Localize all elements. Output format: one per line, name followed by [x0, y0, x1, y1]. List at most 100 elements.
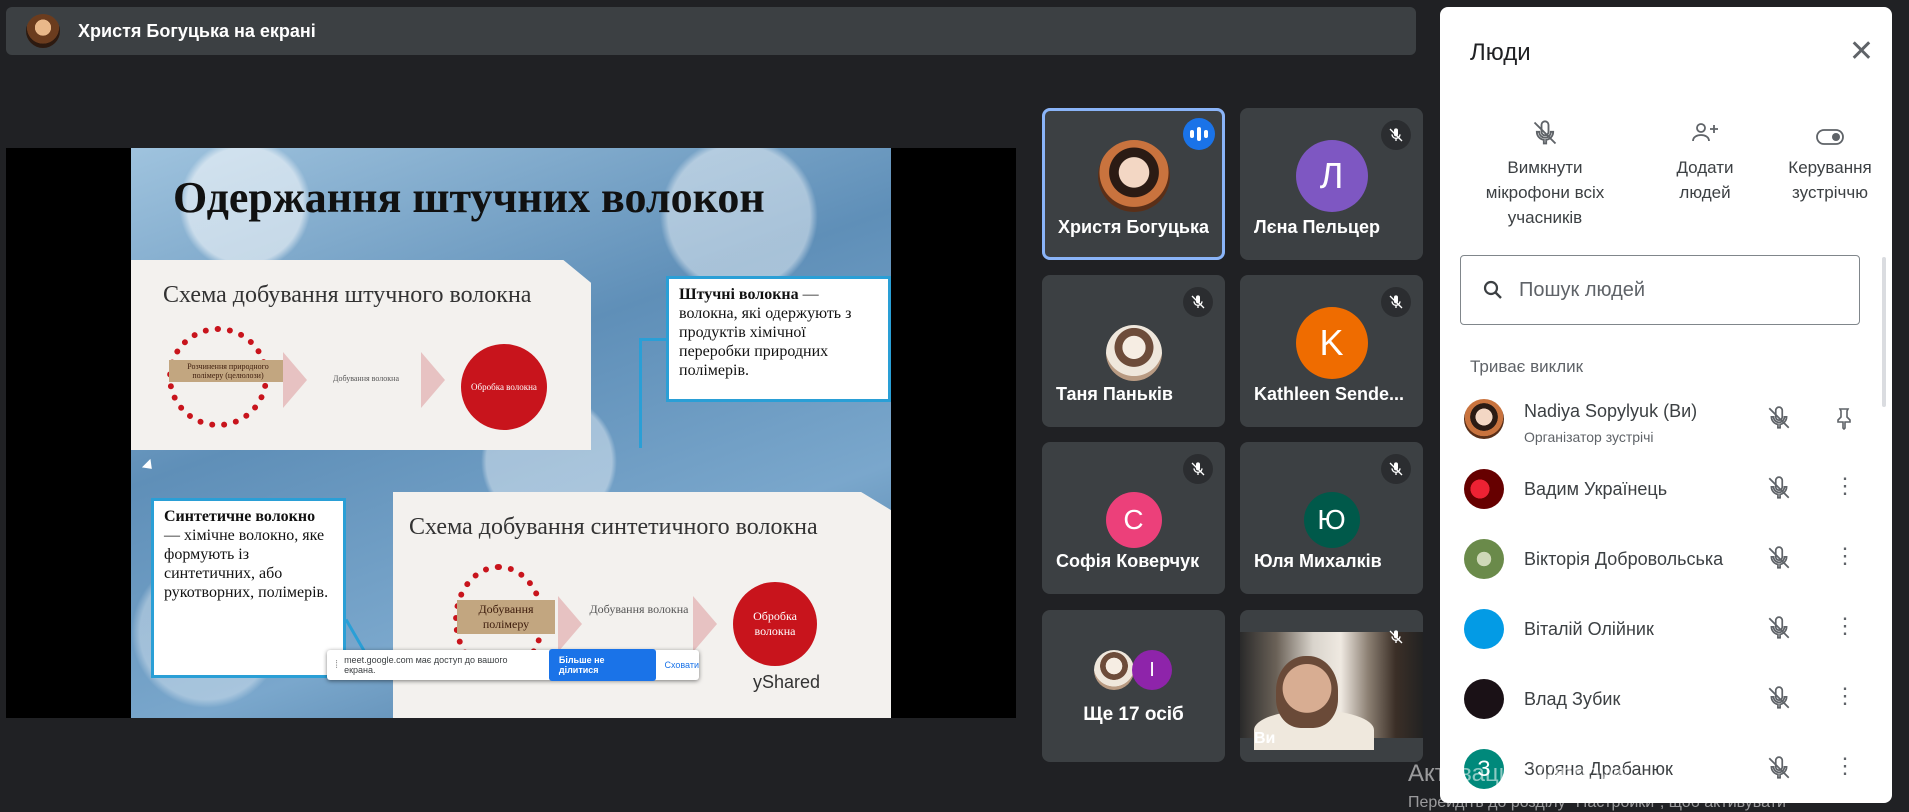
- more-options-icon[interactable]: ⋮: [1834, 685, 1856, 707]
- avatar: [1464, 469, 1504, 509]
- participant-row[interactable]: Віталій Олійник ⋮: [1464, 599, 1864, 659]
- participant-name: Христя Богуцька: [1058, 217, 1209, 237]
- add-people-button[interactable]: Додати людей: [1650, 107, 1760, 205]
- participant-name: Вікторія Добровольська: [1524, 549, 1724, 569]
- participant-tile[interactable]: Таня Паньків: [1042, 275, 1225, 427]
- participant-name: Вадим Українець: [1524, 479, 1668, 499]
- mic-off-icon[interactable]: [1766, 615, 1792, 646]
- definition-text: — хімічне волокно, яке формують із синте…: [164, 527, 329, 601]
- mic-off-icon: [1183, 454, 1213, 484]
- search-placeholder: Пошук людей: [1519, 278, 1646, 301]
- avatar: [1464, 679, 1504, 719]
- participant-row[interactable]: Влад Зубик ⋮: [1464, 669, 1864, 729]
- presenter-avatar: [26, 14, 60, 48]
- participant-role: Організатор зустрічі: [1524, 429, 1654, 445]
- hide-button[interactable]: Сховати: [664, 660, 699, 670]
- avatar: С: [1105, 492, 1162, 548]
- more-options-icon[interactable]: ⋮: [1834, 545, 1856, 567]
- step-circle: Обробка волокна: [733, 582, 817, 666]
- more-options-icon[interactable]: ⋮: [1834, 475, 1856, 497]
- definition-term: Синтетичне волокно: [164, 508, 316, 525]
- slide-title: Одержання штучних волокон: [173, 173, 765, 222]
- presenting-title: Христя Богуцька на екрані: [78, 20, 316, 41]
- participant-name: Віталій Олійник: [1524, 619, 1654, 639]
- slide-watermark: yShared: [753, 672, 821, 692]
- mic-off-icon: [1381, 287, 1411, 317]
- windows-activation-watermark: Активация Windows Перейдіть до розділу "…: [1408, 760, 1786, 812]
- mic-off-icon[interactable]: [1766, 685, 1792, 716]
- participant-tile[interactable]: K Kathleen Sende...: [1240, 275, 1423, 427]
- avatar: [1097, 140, 1170, 212]
- more-participants-tile[interactable]: I Ще 17 осіб: [1042, 610, 1225, 762]
- stop-sharing-button[interactable]: Більше не ділитися: [548, 649, 657, 681]
- avatar: [1094, 650, 1134, 690]
- arrow-icon: [421, 352, 445, 408]
- step-label: Добування полімеру: [457, 600, 555, 634]
- screen-share-bar: ⁞ meet.google.com має доступ до вашого е…: [327, 649, 699, 681]
- mic-off-icon[interactable]: [1766, 405, 1792, 436]
- share-message: meet.google.com має доступ до вашого екр…: [344, 655, 508, 675]
- participant-tile[interactable]: Христя Богуцька: [1042, 108, 1225, 260]
- avatar: K: [1295, 307, 1368, 379]
- participant-name: Nadiya Sopylyuk (Ви): [1524, 401, 1698, 421]
- participant-name: Влад Зубик: [1524, 689, 1621, 709]
- shared-screen: Одержання штучних волокон Схема добуванн…: [6, 148, 1016, 718]
- artificial-fiber-scheme: Схема добування штучного волокна Розчине…: [131, 260, 591, 450]
- participant-row[interactable]: Вікторія Добровольська ⋮: [1464, 529, 1864, 589]
- pin-icon[interactable]: [1832, 405, 1856, 436]
- synthetic-fiber-scheme: Схема добування синтетичного волокна Доб…: [393, 492, 891, 718]
- step-label: Добування волокна: [332, 374, 399, 383]
- presenting-bar: Христя Богуцька на екрані: [6, 7, 1416, 55]
- more-options-icon[interactable]: ⋮: [1834, 755, 1856, 777]
- mic-off-icon: [1381, 454, 1411, 484]
- speaking-indicator-icon: [1183, 118, 1215, 150]
- self-video-tile[interactable]: Ви: [1240, 610, 1423, 762]
- participant-tile[interactable]: Ю Юля Михалків: [1240, 442, 1423, 594]
- add-people-label: Додати людей: [1676, 158, 1734, 202]
- toggle-icon: [1770, 107, 1890, 147]
- more-options-icon[interactable]: ⋮: [1834, 615, 1856, 637]
- watermark-title: Активация Windows: [1408, 760, 1630, 787]
- mute-all-button[interactable]: Вимкнути мікрофони всіх учасників: [1470, 107, 1620, 230]
- panel-title: Люди: [1470, 39, 1531, 66]
- participant-name: Юля Михалків: [1254, 551, 1382, 571]
- participant-tile[interactable]: Л Лєна Пельцер: [1240, 108, 1423, 260]
- participant-name: Софія Коверчук: [1056, 551, 1200, 571]
- presentation-slide: Одержання штучних волокон Схема добуванн…: [131, 148, 891, 718]
- step-label: Добування волокна: [589, 602, 689, 616]
- scheme-title: Схема добування штучного волокна: [163, 282, 532, 308]
- participant-tile[interactable]: С Софія Коверчук: [1042, 442, 1225, 594]
- people-panel: Люди ✕ Вимкнути мікрофони всіх учасників…: [1440, 7, 1892, 803]
- mic-off-icon[interactable]: [1766, 475, 1792, 506]
- scrollbar[interactable]: [1882, 257, 1886, 407]
- drag-handle-icon[interactable]: ⁞: [335, 659, 338, 671]
- mic-off-icon[interactable]: [1766, 545, 1792, 576]
- artificial-fiber-definition: Штучні волокна — волокна, які одержують …: [666, 276, 891, 402]
- avatar: I: [1132, 650, 1172, 690]
- connector-line: [639, 338, 642, 448]
- scheme-title: Схема добування синтетичного волокна: [409, 514, 818, 540]
- participant-name: Таня Паньків: [1056, 384, 1173, 404]
- close-icon[interactable]: ✕: [1849, 37, 1874, 67]
- mic-off-icon: [1381, 120, 1411, 150]
- participant-name: Лєна Пельцер: [1254, 217, 1380, 237]
- step-label: Розчинення природного полімеру (целюлози…: [169, 360, 287, 382]
- avatar: [1464, 609, 1504, 649]
- avatar: Л: [1295, 140, 1368, 212]
- synthetic-fiber-definition: Синтетичне волокно — хімічне волокно, як…: [151, 498, 346, 678]
- host-controls-button[interactable]: Керування зустріччю: [1770, 107, 1890, 205]
- arrow-icon: [283, 352, 307, 408]
- mic-off-icon: [1470, 107, 1620, 147]
- arrow-icon: [693, 596, 717, 652]
- avatar: Ю: [1303, 492, 1360, 548]
- step-circle: Обробка волокна: [461, 344, 547, 430]
- search-icon: [1483, 280, 1502, 299]
- participant-name: Kathleen Sende...: [1254, 384, 1405, 404]
- search-people-input[interactable]: Пошук людей: [1460, 255, 1860, 325]
- in-call-section-label: Триває виклик: [1470, 357, 1584, 376]
- avatar: [1464, 399, 1504, 439]
- connector-line: [641, 338, 667, 341]
- arrow-icon: [558, 596, 582, 652]
- participant-row[interactable]: Вадим Українець ⋮: [1464, 459, 1864, 519]
- participant-row[interactable]: Nadiya Sopylyuk (Ви) Організатор зустріч…: [1464, 389, 1864, 449]
